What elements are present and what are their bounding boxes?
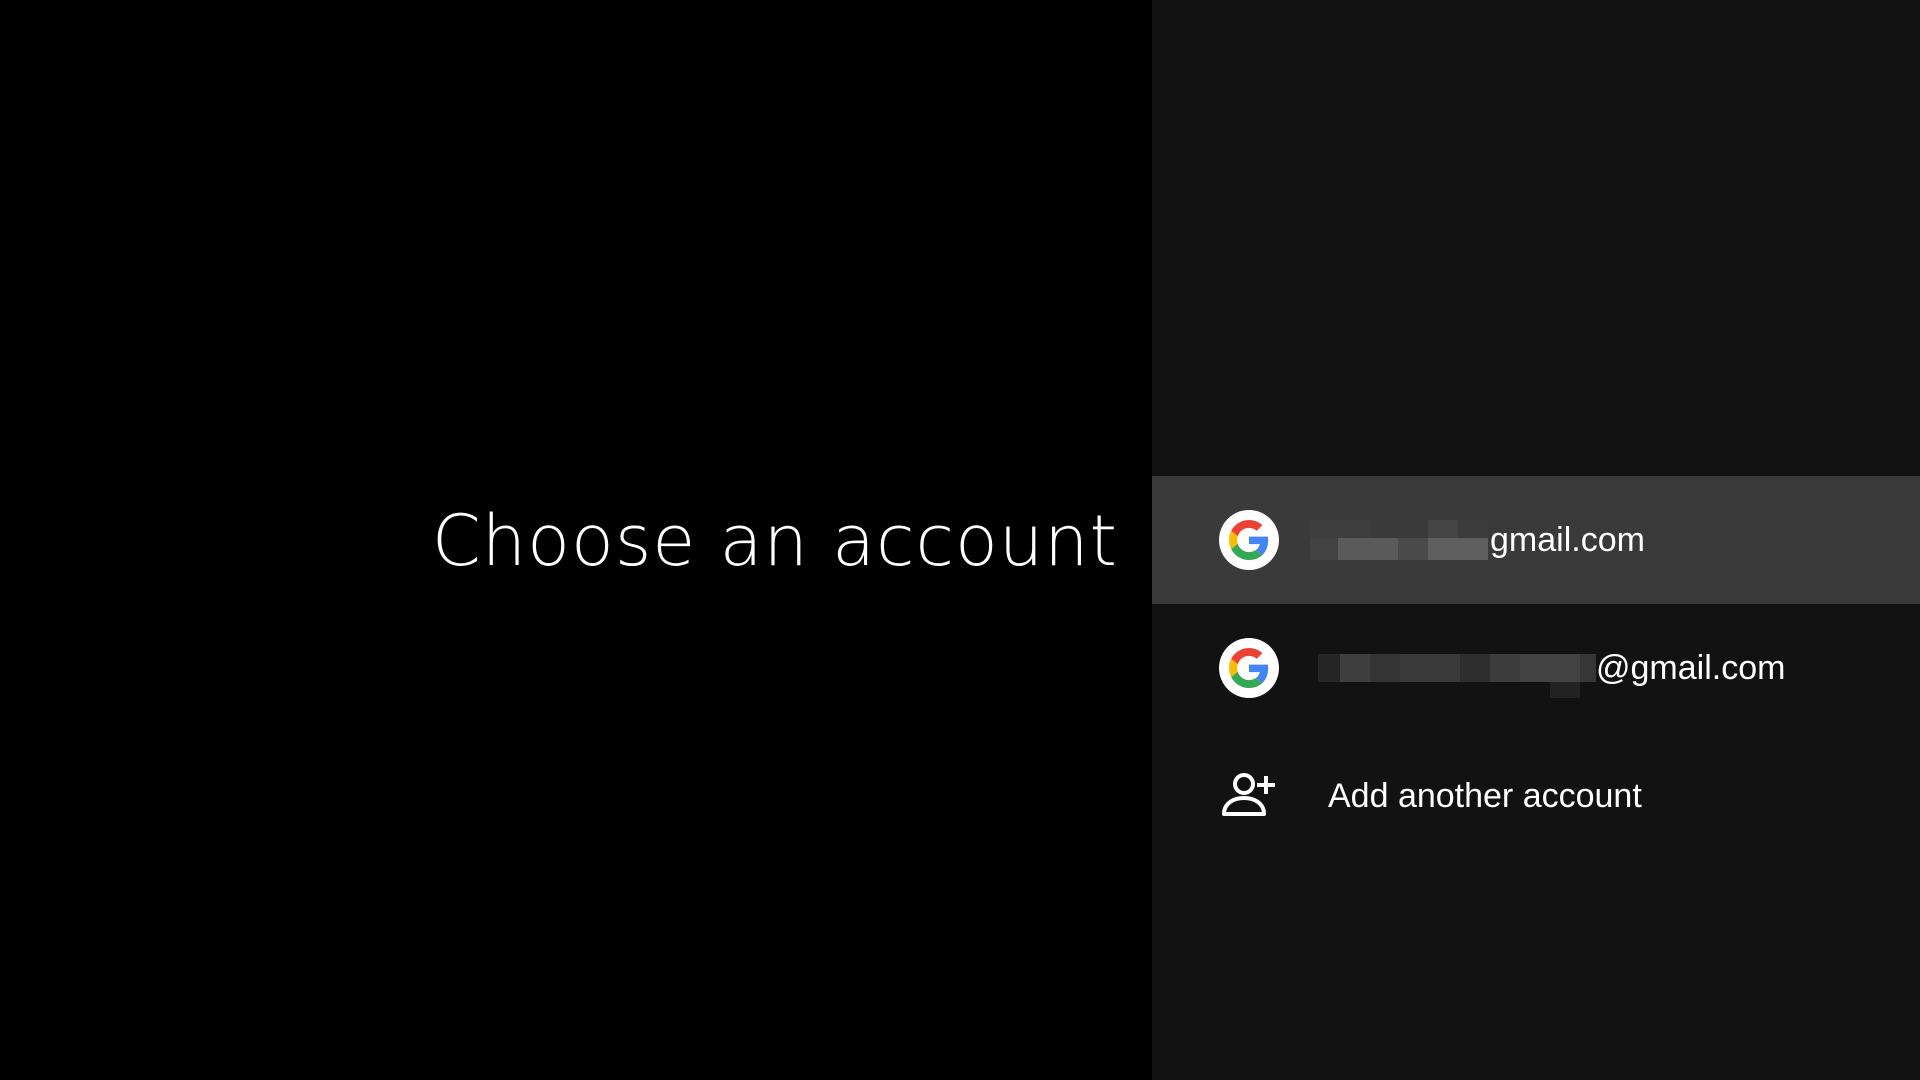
page-title: Choose an account [431,500,1118,582]
add-account-label-wrap: Add another account [1328,732,1642,860]
account-chooser-screen: Choose an account gmail.com @gmail.com A… [0,0,1920,1080]
add-account-item[interactable]: Add another account [1152,732,1920,860]
account-email-1: gmail.com [1310,476,1645,604]
account-item-1[interactable]: gmail.com [1152,476,1920,604]
account-list-pane: gmail.com @gmail.com Add another account [1152,0,1920,1080]
account-email-domain: gmail.com [1490,520,1645,559]
google-g-icon [1219,638,1279,698]
person-add-icon [1219,766,1279,826]
title-pane: Choose an account [0,0,1152,1080]
google-g-icon [1219,510,1279,570]
account-item-2[interactable]: @gmail.com [1152,604,1920,732]
redacted-email-prefix [1318,648,1596,698]
account-email-2: @gmail.com [1318,604,1785,732]
account-list: gmail.com @gmail.com Add another account [1152,476,1920,860]
add-account-label: Add another account [1328,776,1642,815]
redacted-email-prefix [1310,520,1490,560]
account-email-domain: @gmail.com [1596,648,1786,687]
